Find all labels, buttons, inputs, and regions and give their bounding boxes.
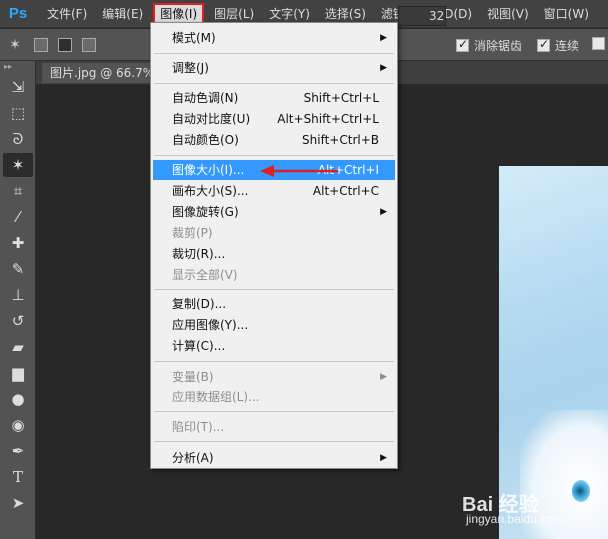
menu-item-mode[interactable]: 模式(M) ▶ — [153, 28, 395, 48]
subtract-selection-mode-icon[interactable] — [82, 37, 96, 52]
menu-item-auto-color[interactable]: 自动颜色(O) Shift+Ctrl+B — [153, 130, 395, 150]
brush-tool-icon[interactable]: ✎ — [3, 257, 33, 281]
menu-item-canvas-size[interactable]: 画布大小(S)... Alt+Ctrl+C — [153, 181, 395, 201]
antialias-label: 消除锯齿 — [474, 39, 523, 53]
crop-tool-icon[interactable]: ⌗ — [3, 179, 33, 203]
menu-separator — [154, 289, 394, 290]
contiguous-checkbox[interactable]: 连续 — [537, 37, 579, 54]
menu-item-trim[interactable]: 裁切(R)... — [153, 244, 395, 264]
panel-expand-icon[interactable]: ▸▸ — [0, 61, 35, 73]
menu-item-label: 复制(D)... — [172, 297, 227, 311]
menu-window[interactable]: 窗口(W) — [539, 3, 594, 25]
menu-item-label: 自动颜色(O) — [172, 133, 239, 147]
healing-brush-tool-icon[interactable]: ✚ — [3, 231, 33, 255]
menu-item-label: 图像旋转(G) — [172, 205, 239, 219]
menu-separator — [154, 441, 394, 442]
menu-item-apply-data-set: 应用数据组(L)... — [153, 387, 395, 407]
menu-item-apply-image[interactable]: 应用图像(Y)... — [153, 315, 395, 335]
path-selection-tool-icon[interactable]: ➤ — [3, 491, 33, 515]
gradient-tool-icon[interactable]: ▆ — [3, 361, 33, 385]
pen-tool-icon[interactable]: ✒ — [3, 439, 33, 463]
eyedropper-tool-icon[interactable]: ⁄ — [3, 205, 33, 229]
tools-panel: ▸▸ ⇲ ⬚ ᘐ ✶ ⌗ ⁄ ✚ ✎ ⊥ ↺ ▰ ▆ ● ◉ ✒ T ➤ — [0, 61, 36, 539]
menu-item-shortcut: Alt+Shift+Ctrl+L — [277, 112, 379, 126]
menu-item-label: 变量(B) — [172, 370, 214, 384]
type-tool-icon[interactable]: T — [3, 465, 33, 489]
menu-item-calculations[interactable]: 计算(C)... — [153, 336, 395, 356]
watermark-url: jingyan.baidu.com — [466, 512, 563, 526]
menu-separator — [154, 53, 394, 54]
submenu-arrow-icon: ▶ — [380, 63, 387, 73]
menu-item-auto-tone[interactable]: 自动色调(N) Shift+Ctrl+L — [153, 88, 395, 108]
menu-item-variables: 变量(B) ▶ — [153, 367, 395, 387]
move-tool-icon[interactable]: ⇲ — [3, 75, 33, 99]
tolerance-input[interactable]: 32 — [398, 6, 446, 26]
image-menu-dropdown: 模式(M) ▶ 调整(J) ▶ 自动色调(N) Shift+Ctrl+L 自动对比度(… — [150, 22, 398, 469]
submenu-arrow-icon: ▶ — [380, 33, 387, 43]
menu-item-label: 画布大小(S)... — [172, 184, 249, 198]
photoshop-logo: Ps — [8, 5, 28, 22]
menu-item-duplicate[interactable]: 复制(D)... — [153, 294, 395, 314]
menu-item-label: 裁切(R)... — [172, 247, 226, 261]
menu-separator — [154, 361, 394, 362]
menu-edit[interactable]: 编辑(E) — [97, 3, 148, 25]
menu-item-label: 自动对比度(U) — [172, 112, 251, 126]
antialias-checkbox[interactable]: 消除锯齿 — [456, 37, 522, 54]
menu-item-label: 自动色调(N) — [172, 91, 239, 105]
antialias-checkbox-box[interactable] — [456, 37, 469, 52]
menu-file[interactable]: 文件(F) — [42, 3, 92, 25]
eraser-tool-icon[interactable]: ▰ — [3, 335, 33, 359]
dodge-tool-icon[interactable]: ◉ — [3, 413, 33, 437]
menu-item-label: 应用图像(Y)... — [172, 318, 249, 332]
contiguous-checkbox-box[interactable] — [537, 37, 550, 52]
menu-item-adjustments[interactable]: 调整(J) ▶ — [153, 58, 395, 78]
add-selection-mode-icon[interactable] — [58, 37, 72, 52]
all-layers-checkbox-box[interactable] — [592, 37, 605, 50]
blur-tool-icon[interactable]: ● — [3, 387, 33, 411]
marquee-tool-icon[interactable]: ⬚ — [3, 101, 33, 125]
menu-separator — [154, 83, 394, 84]
menu-item-label: 调整(J) — [172, 61, 209, 75]
history-brush-tool-icon[interactable]: ↺ — [3, 309, 33, 333]
menu-separator — [154, 155, 394, 156]
new-selection-mode-icon[interactable] — [34, 37, 48, 52]
menu-item-label: 计算(C)... — [172, 339, 226, 353]
menu-item-auto-contrast[interactable]: 自动对比度(U) Alt+Shift+Ctrl+L — [153, 109, 395, 129]
menu-item-label: 显示全部(V) — [172, 268, 238, 282]
contiguous-label: 连续 — [555, 39, 580, 53]
menu-item-shortcut: Shift+Ctrl+L — [303, 91, 379, 105]
menu-item-image-rotation[interactable]: 图像旋转(G) ▶ — [153, 202, 395, 222]
submenu-arrow-icon: ▶ — [380, 372, 387, 382]
submenu-arrow-icon: ▶ — [380, 207, 387, 217]
clone-stamp-tool-icon[interactable]: ⊥ — [3, 283, 33, 307]
cat-eye — [572, 480, 590, 502]
all-layers-checkbox[interactable] — [592, 37, 608, 50]
menu-item-shortcut: Shift+Ctrl+B — [302, 133, 379, 147]
menu-item-label: 裁剪(P) — [172, 226, 213, 240]
menu-item-trap: 陷印(T)... — [153, 417, 395, 437]
menu-item-reveal-all: 显示全部(V) — [153, 265, 395, 285]
menu-item-analysis[interactable]: 分析(A) ▶ — [153, 448, 395, 468]
menu-item-label: 应用数据组(L)... — [172, 390, 260, 404]
magic-wand-tool-icon[interactable]: ✶ — [3, 153, 33, 177]
menu-separator — [154, 411, 394, 412]
menu-view[interactable]: 视图(V) — [482, 3, 534, 25]
menu-item-shortcut: Alt+Ctrl+C — [312, 184, 379, 198]
menu-item-label: 陷印(T)... — [172, 420, 225, 434]
annotation-arrow-icon — [260, 165, 338, 177]
tool-preset-icon[interactable]: ✶ — [6, 36, 24, 54]
menu-item-label: 图像大小(I)... — [172, 163, 245, 177]
menu-item-label: 分析(A) — [172, 451, 214, 465]
lasso-tool-icon[interactable]: ᘐ — [3, 127, 33, 151]
submenu-arrow-icon: ▶ — [380, 453, 387, 463]
menu-item-label: 模式(M) — [172, 31, 216, 45]
menu-item-crop: 裁剪(P) — [153, 223, 395, 243]
